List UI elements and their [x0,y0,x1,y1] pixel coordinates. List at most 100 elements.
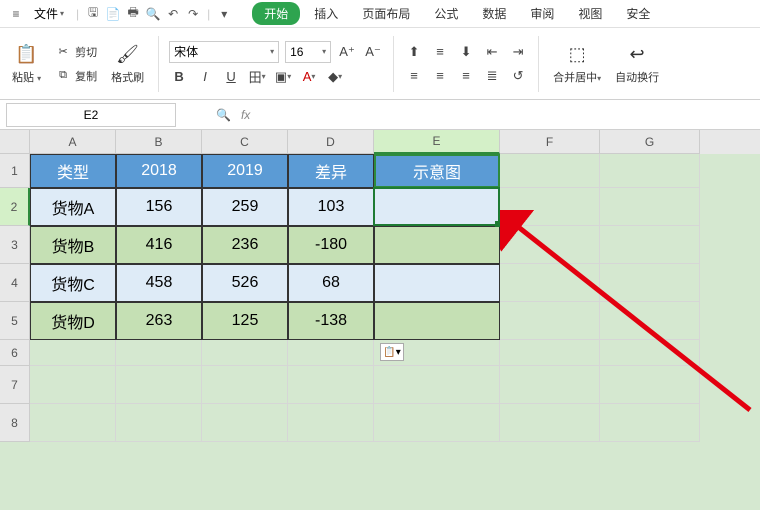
orientation-icon[interactable]: ↺ [508,66,528,86]
cell-b6[interactable] [116,340,202,366]
row-header-2[interactable]: 2 [0,188,30,226]
tab-view[interactable]: 视图 [568,1,612,26]
col-header-g[interactable]: G [600,130,700,154]
cell-f6[interactable] [500,340,600,366]
merge-center-button[interactable]: ⬚ 合并居中▾ [549,39,605,89]
col-header-e[interactable]: E [374,130,500,154]
cell-f1[interactable] [500,154,600,188]
tab-security[interactable]: 安全 [616,1,660,26]
increase-font-icon[interactable]: A⁺ [337,42,357,62]
cell-f4[interactable] [500,264,600,302]
print-icon[interactable]: 🖶 [125,6,141,22]
col-header-d[interactable]: D [288,130,374,154]
align-right-icon[interactable]: ≡ [456,66,476,86]
fx-search-icon[interactable]: 🔍 [216,108,231,122]
file-menu[interactable]: 文件 ▾ [28,3,70,24]
cell-e5[interactable] [374,302,500,340]
justify-icon[interactable]: ≣ [482,66,502,86]
cell-d7[interactable] [288,366,374,404]
tab-review[interactable]: 审阅 [520,1,564,26]
format-painter-button[interactable]: 🖌 格式刷 [107,39,148,89]
cell-f8[interactable] [500,404,600,442]
align-center-icon[interactable]: ≡ [430,66,450,86]
col-header-b[interactable]: B [116,130,202,154]
cell-e4[interactable] [374,264,500,302]
row-header-7[interactable]: 7 [0,366,30,404]
cell-c3[interactable]: 236 [202,226,288,264]
fill-color-button[interactable]: ▣▾ [273,67,293,87]
select-all-corner[interactable] [0,130,30,154]
cell-d8[interactable] [288,404,374,442]
cell-f3[interactable] [500,226,600,264]
chevron-down-icon[interactable]: ▾ [216,6,232,22]
cell-d3[interactable]: -180 [288,226,374,264]
tab-formula[interactable]: 公式 [424,1,468,26]
col-header-f[interactable]: F [500,130,600,154]
col-header-c[interactable]: C [202,130,288,154]
cell-b2[interactable]: 156 [116,188,202,226]
cell-e8[interactable] [374,404,500,442]
cell-c5[interactable]: 125 [202,302,288,340]
cell-a1[interactable]: 类型 [30,154,116,188]
italic-button[interactable]: I [195,67,215,87]
app-menu-icon[interactable]: ≡ [8,6,24,22]
spreadsheet-grid[interactable]: A B C D E F G 1 类型 2018 2019 差异 示意图 2 货物… [0,130,760,510]
row-header-3[interactable]: 3 [0,226,30,264]
font-name-combo[interactable]: 宋体▾ [169,41,279,63]
cell-c7[interactable] [202,366,288,404]
cell-e2[interactable] [374,188,500,226]
align-left-icon[interactable]: ≡ [404,66,424,86]
underline-button[interactable]: U [221,67,241,87]
cell-a2[interactable]: 货物A [30,188,116,226]
cell-d4[interactable]: 68 [288,264,374,302]
cell-g5[interactable] [600,302,700,340]
row-header-5[interactable]: 5 [0,302,30,340]
paste-options-button[interactable]: 📋▾ [380,343,404,361]
undo-icon[interactable]: ↶ [165,6,181,22]
cell-d2[interactable]: 103 [288,188,374,226]
cell-a6[interactable] [30,340,116,366]
tab-page-layout[interactable]: 页面布局 [352,1,420,26]
font-color-button[interactable]: A▾ [299,67,319,87]
row-header-1[interactable]: 1 [0,154,30,188]
cell-c2[interactable]: 259 [202,188,288,226]
cell-b7[interactable] [116,366,202,404]
cell-a5[interactable]: 货物D [30,302,116,340]
tab-start[interactable]: 开始 [252,2,300,25]
cell-g7[interactable] [600,366,700,404]
decrease-font-icon[interactable]: A⁻ [363,42,383,62]
row-header-6[interactable]: 6 [0,340,30,366]
cut-button[interactable]: ✂剪切 [51,42,101,62]
wrap-text-button[interactable]: ↩ 自动换行 [611,39,663,89]
align-bottom-icon[interactable]: ⬇ [456,42,476,62]
cell-b8[interactable] [116,404,202,442]
row-header-8[interactable]: 8 [0,404,30,442]
font-size-combo[interactable]: 16▾ [285,41,331,63]
indent-decrease-icon[interactable]: ⇤ [482,42,502,62]
cell-d1[interactable]: 差异 [288,154,374,188]
name-box[interactable]: E2 [6,103,176,127]
cell-g3[interactable] [600,226,700,264]
cell-f5[interactable] [500,302,600,340]
cell-d5[interactable]: -138 [288,302,374,340]
cell-b3[interactable]: 416 [116,226,202,264]
cell-e3[interactable] [374,226,500,264]
cell-a8[interactable] [30,404,116,442]
cell-f7[interactable] [500,366,600,404]
align-middle-icon[interactable]: ≡ [430,42,450,62]
paste-button[interactable]: 📋 粘贴 ▾ [8,39,45,89]
cell-g8[interactable] [600,404,700,442]
border-button[interactable]: 田▾ [247,67,267,87]
print-preview-icon[interactable]: 🔍 [145,6,161,22]
cell-c6[interactable] [202,340,288,366]
cell-b5[interactable]: 263 [116,302,202,340]
cell-a3[interactable]: 货物B [30,226,116,264]
cell-g1[interactable] [600,154,700,188]
save-icon[interactable]: 🖫 [85,6,101,22]
row-header-4[interactable]: 4 [0,264,30,302]
align-top-icon[interactable]: ⬆ [404,42,424,62]
tab-insert[interactable]: 插入 [304,1,348,26]
cell-f2[interactable] [500,188,600,226]
cell-c8[interactable] [202,404,288,442]
cell-b4[interactable]: 458 [116,264,202,302]
